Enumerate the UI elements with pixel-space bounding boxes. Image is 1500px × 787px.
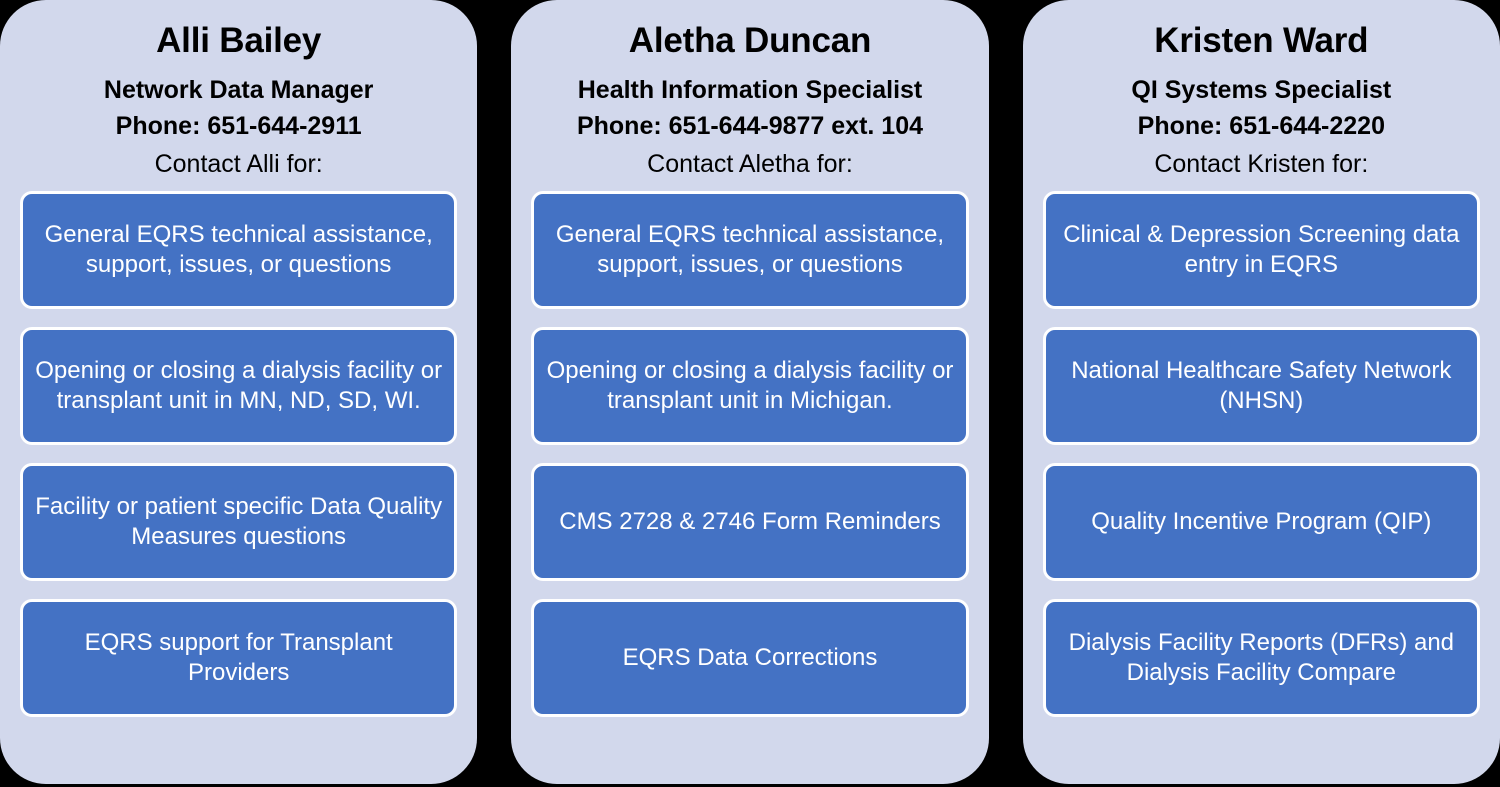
topic-label: CMS 2728 & 2746 Form Reminders	[559, 507, 941, 535]
topic-box[interactable]: National Healthcare Safety Network (NHSN…	[1042, 327, 1480, 446]
person-title: Health Information Specialist	[577, 76, 923, 105]
topic-label: Opening or closing a dialysis facility o…	[35, 356, 443, 415]
card-header: Alli Bailey Network Data Manager Phone: …	[16, 14, 461, 191]
topic-box[interactable]: Opening or closing a dialysis facility o…	[531, 327, 969, 446]
card-header: Aletha Duncan Health Information Special…	[527, 14, 972, 191]
topic-box[interactable]: Opening or closing a dialysis facility o…	[20, 327, 458, 446]
topic-list: Clinical & Depression Screening data ent…	[1039, 191, 1484, 774]
person-phone: Phone: 651-644-9877 ext. 104	[576, 112, 924, 141]
topic-box[interactable]: Facility or patient specific Data Qualit…	[20, 463, 458, 582]
card-header: Kristen Ward QI Systems Specialist Phone…	[1039, 14, 1484, 191]
person-name: Kristen Ward	[1154, 21, 1369, 60]
contact-prompt: Contact Kristen for:	[1154, 150, 1369, 179]
person-title: QI Systems Specialist	[1131, 76, 1392, 105]
topic-box[interactable]: CMS 2728 & 2746 Form Reminders	[531, 463, 969, 582]
topic-list: General EQRS technical assistance, suppo…	[527, 191, 972, 774]
person-name: Alli Bailey	[156, 21, 322, 60]
contact-card-alli-bailey: Alli Bailey Network Data Manager Phone: …	[0, 0, 478, 784]
topic-box[interactable]: General EQRS technical assistance, suppo…	[20, 191, 458, 310]
contact-prompt: Contact Alli for:	[154, 150, 323, 179]
topic-label: EQRS Data Corrections	[622, 643, 878, 671]
contact-card-aletha-duncan: Aletha Duncan Health Information Special…	[511, 0, 989, 784]
topic-label: EQRS support for Transplant Providers	[84, 628, 393, 687]
person-name: Aletha Duncan	[628, 21, 872, 60]
person-phone: Phone: 651-644-2220	[1137, 112, 1385, 141]
topic-list: General EQRS technical assistance, suppo…	[16, 191, 461, 774]
topic-box[interactable]: Quality Incentive Program (QIP)	[1042, 463, 1480, 582]
topic-label: General EQRS technical assistance, suppo…	[44, 220, 433, 279]
person-title: Network Data Manager	[103, 76, 374, 105]
contact-card-kristen-ward: Kristen Ward QI Systems Specialist Phone…	[1022, 0, 1500, 784]
topic-box[interactable]: General EQRS technical assistance, suppo…	[531, 191, 969, 310]
topic-box[interactable]: EQRS support for Transplant Providers	[20, 599, 458, 718]
topic-label: Clinical & Depression Screening data ent…	[1063, 220, 1460, 279]
topic-label: National Healthcare Safety Network (NHSN…	[1071, 356, 1452, 415]
topic-label: Quality Incentive Program (QIP)	[1091, 507, 1432, 535]
contact-prompt: Contact Aletha for:	[647, 150, 853, 179]
topic-label: Opening or closing a dialysis facility o…	[546, 356, 954, 415]
topic-label: Facility or patient specific Data Qualit…	[35, 492, 443, 551]
person-phone: Phone: 651-644-2911	[115, 112, 362, 141]
topic-label: Dialysis Facility Reports (DFRs) and Dia…	[1068, 628, 1455, 687]
contact-cards-board: Alli Bailey Network Data Manager Phone: …	[0, 0, 1500, 787]
topic-box[interactable]: Clinical & Depression Screening data ent…	[1042, 191, 1480, 310]
topic-label: General EQRS technical assistance, suppo…	[555, 220, 945, 279]
topic-box[interactable]: EQRS Data Corrections	[531, 599, 969, 718]
topic-box[interactable]: Dialysis Facility Reports (DFRs) and Dia…	[1042, 599, 1480, 718]
